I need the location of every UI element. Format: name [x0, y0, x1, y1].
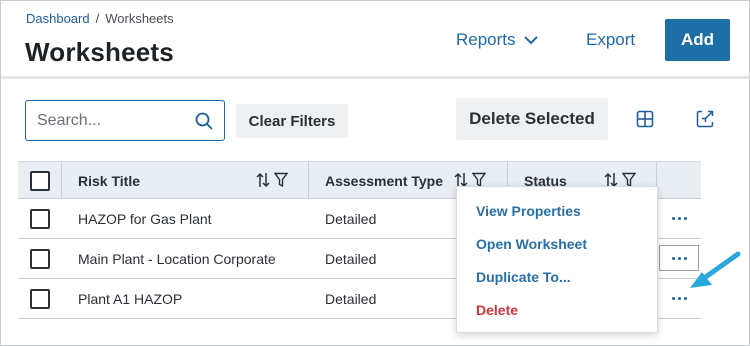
page-header: Dashboard / Worksheets Worksheets Reports …	[1, 1, 749, 79]
risk-title-cell: Plant A1 HAZOP	[78, 291, 183, 307]
chevron-down-icon	[523, 35, 538, 44]
search-input[interactable]	[37, 111, 187, 130]
assessment-type-cell: Detailed	[325, 251, 377, 267]
reports-label: Reports	[456, 30, 516, 49]
column-divider	[61, 162, 62, 200]
reports-dropdown-button[interactable]: Reports	[456, 30, 538, 50]
column-header-risk-title[interactable]: Risk Title	[78, 162, 140, 200]
breadcrumb-current: Worksheets	[105, 11, 174, 26]
page-title: Worksheets	[25, 37, 174, 67]
breadcrumb: Dashboard / Worksheets	[26, 11, 174, 26]
add-button[interactable]: Add	[665, 19, 730, 61]
select-all-checkbox[interactable]	[30, 171, 50, 191]
column-divider	[308, 162, 309, 200]
menu-item-delete[interactable]: Delete	[476, 302, 518, 318]
delete-selected-button[interactable]: Delete Selected	[456, 98, 608, 140]
sort-icon[interactable]	[256, 172, 270, 188]
search-icon[interactable]	[194, 111, 214, 131]
row-checkbox[interactable]	[30, 249, 50, 269]
search-field[interactable]	[25, 100, 225, 141]
breadcrumb-separator: /	[95, 11, 100, 26]
grid-icon[interactable]	[636, 110, 654, 128]
risk-title-cell: Main Plant - Location Corporate	[78, 251, 276, 267]
filter-icon[interactable]	[274, 172, 288, 188]
row-checkbox[interactable]	[30, 209, 50, 229]
breadcrumb-dashboard-link[interactable]: Dashboard	[26, 11, 90, 26]
column-header-assessment-type[interactable]: Assessment Type	[325, 162, 443, 200]
menu-item-view-properties[interactable]: View Properties	[476, 203, 581, 219]
arrow-icon	[690, 251, 741, 288]
row-actions-menu: View Properties Open Worksheet Duplicate…	[456, 186, 658, 333]
collapse-icon[interactable]	[696, 110, 714, 128]
risk-title-cell: HAZOP for Gas Plant	[78, 211, 212, 227]
row-checkbox[interactable]	[30, 289, 50, 309]
assessment-type-cell: Detailed	[325, 291, 377, 307]
export-button[interactable]: Export	[586, 30, 635, 50]
risk-title-controls	[256, 172, 288, 188]
more-icon[interactable]	[668, 205, 690, 231]
clear-filters-button[interactable]: Clear Filters	[236, 104, 348, 138]
menu-item-open-worksheet[interactable]: Open Worksheet	[476, 236, 587, 252]
assessment-type-cell: Detailed	[325, 211, 377, 227]
menu-item-duplicate-to[interactable]: Duplicate To...	[476, 269, 571, 285]
